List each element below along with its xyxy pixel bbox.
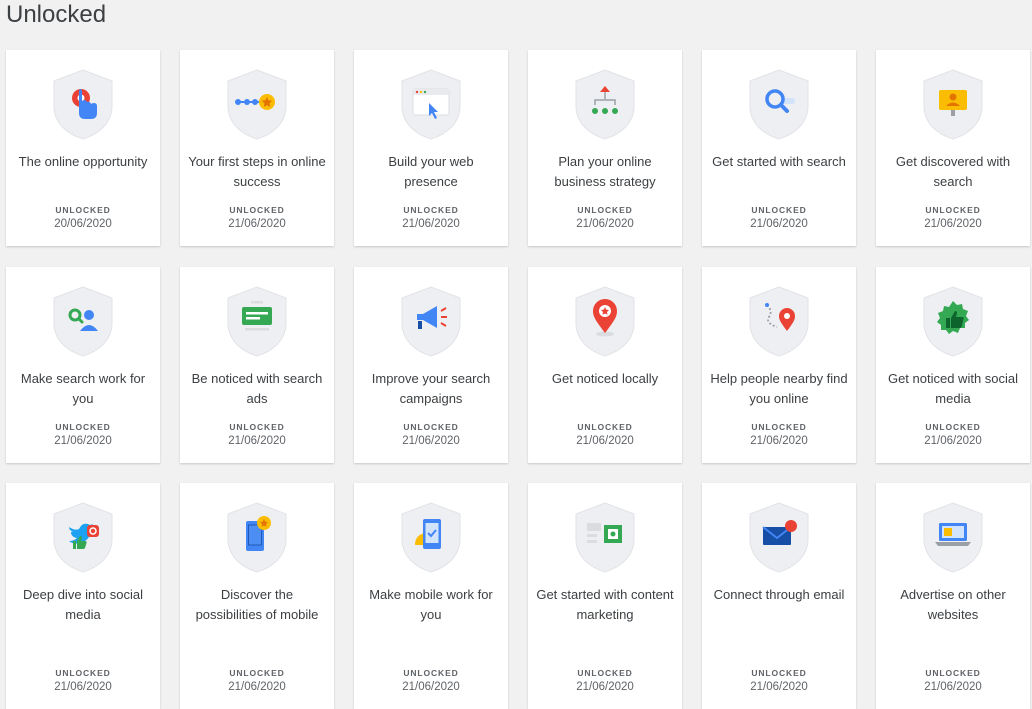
badge-title: Your first steps in online success — [188, 154, 326, 189]
badge-status: UNLOCKED — [577, 205, 633, 215]
badge-title: Make mobile work for you — [369, 587, 493, 622]
badge-card[interactable]: Connect through email UNLOCKED 21/06/2020 — [702, 483, 856, 709]
badge-title: Connect through email — [713, 587, 845, 602]
badge-status: UNLOCKED — [403, 205, 459, 215]
badge-title: Improve your search campaigns — [371, 371, 491, 406]
badge-date: 21/06/2020 — [576, 681, 634, 693]
ad-card-icon — [225, 285, 289, 357]
badge-date: 21/06/2020 — [402, 435, 460, 447]
badge-status: UNLOCKED — [577, 668, 633, 678]
badge-date: 21/06/2020 — [924, 435, 982, 447]
badge-card[interactable]: Get started with content marketing UNLOCK… — [528, 483, 682, 709]
badge-date: 21/06/2020 — [750, 435, 808, 447]
badge-card[interactable]: Discover the possibilities of mobile UNLO… — [180, 483, 334, 709]
magnifier-icon — [747, 68, 811, 140]
badge-status: UNLOCKED — [229, 668, 285, 678]
social-bird-icon — [51, 501, 115, 573]
badge-card[interactable]: Plan your online business strategy UNLOCK… — [528, 50, 682, 246]
badge-date: 21/06/2020 — [576, 435, 634, 447]
badge-status: UNLOCKED — [751, 422, 807, 432]
badge-date: 21/06/2020 — [402, 218, 460, 230]
badge-status: UNLOCKED — [403, 668, 459, 678]
badge-status: UNLOCKED — [751, 668, 807, 678]
badge-status: UNLOCKED — [55, 668, 111, 678]
laptop-ad-icon — [921, 501, 985, 573]
badge-card[interactable]: Make search work for you UNLOCKED 21/06/20… — [6, 267, 160, 463]
thumbs-up-seal-icon — [921, 285, 985, 357]
path-star-icon — [225, 68, 289, 140]
phone-star-icon — [225, 501, 289, 573]
badge-date: 21/06/2020 — [54, 435, 112, 447]
badge-status: UNLOCKED — [229, 422, 285, 432]
badge-card[interactable]: Make mobile work for you UNLOCKED 21/06/20… — [354, 483, 508, 709]
badge-status: UNLOCKED — [925, 422, 981, 432]
badge-date: 21/06/2020 — [54, 681, 112, 693]
badge-card[interactable]: Deep dive into social media UNLOCKED 21/06… — [6, 483, 160, 709]
badge-title: Advertise on other websites — [900, 587, 1006, 622]
megaphone-icon — [399, 285, 463, 357]
badge-grid: The online opportunity UNLOCKED 20/06/2020… — [0, 0, 1032, 709]
badge-status: UNLOCKED — [229, 205, 285, 215]
badge-card[interactable]: Advertise on other websites UNLOCKED 21/06… — [876, 483, 1030, 709]
badge-title: Make search work for you — [20, 371, 146, 406]
phone-check-icon — [399, 501, 463, 573]
badge-title: Get started with search — [712, 154, 846, 169]
badge-date: 21/06/2020 — [924, 681, 982, 693]
badge-title: The online opportunity — [18, 154, 148, 169]
badge-card[interactable]: Build your web presence UNLOCKED 21/06/202… — [354, 50, 508, 246]
badge-title: Deep dive into social media — [23, 587, 143, 622]
search-person-icon — [51, 285, 115, 357]
badge-status: UNLOCKED — [55, 422, 111, 432]
badge-status: UNLOCKED — [403, 422, 459, 432]
badge-card[interactable]: Get noticed with social media UNLOCKED 21/… — [876, 267, 1030, 463]
badge-title: Get noticed locally — [551, 371, 659, 386]
badge-title: Get started with content marketing — [536, 587, 674, 622]
badge-date: 20/06/2020 — [54, 218, 112, 230]
map-pin-star-icon — [573, 285, 637, 357]
badge-date: 21/06/2020 — [576, 218, 634, 230]
touch-target-icon — [51, 68, 115, 140]
badge-status: UNLOCKED — [55, 205, 111, 215]
badge-card[interactable]: Get discovered with search UNLOCKED 21/06/… — [876, 50, 1030, 246]
badge-card[interactable]: Your first steps in online success UNLOCK… — [180, 50, 334, 246]
badge-date: 21/06/2020 — [924, 218, 982, 230]
badge-title: Be noticed with search ads — [191, 371, 323, 406]
badge-card[interactable]: Be noticed with search ads UNLOCKED 21/06/… — [180, 267, 334, 463]
badge-title: Plan your online business strategy — [554, 154, 656, 189]
badge-status: UNLOCKED — [751, 205, 807, 215]
content-layout-icon — [573, 501, 637, 573]
badge-status: UNLOCKED — [577, 422, 633, 432]
badge-title: Help people nearby find you online — [710, 371, 848, 406]
org-chart-icon — [573, 68, 637, 140]
sign-person-icon — [921, 68, 985, 140]
badge-title: Discover the possibilities of mobile — [195, 587, 319, 622]
badge-date: 21/06/2020 — [750, 218, 808, 230]
badge-card[interactable]: Get noticed locally UNLOCKED 21/06/2020 — [528, 267, 682, 463]
badge-date: 21/06/2020 — [228, 435, 286, 447]
badge-date: 21/06/2020 — [402, 681, 460, 693]
route-pin-icon — [747, 285, 811, 357]
badge-title: Get discovered with search — [895, 154, 1011, 189]
badge-status: UNLOCKED — [925, 205, 981, 215]
badge-title: Get noticed with social media — [887, 371, 1019, 406]
envelope-icon — [747, 501, 811, 573]
browser-cursor-icon — [399, 68, 463, 140]
badge-card[interactable]: Get started with search UNLOCKED 21/06/202… — [702, 50, 856, 246]
badge-date: 21/06/2020 — [750, 681, 808, 693]
badge-date: 21/06/2020 — [228, 681, 286, 693]
badge-card[interactable]: The online opportunity UNLOCKED 20/06/2020 — [6, 50, 160, 246]
badge-date: 21/06/2020 — [228, 218, 286, 230]
badge-card[interactable]: Help people nearby find you online UNLOCK… — [702, 267, 856, 463]
badge-title: Build your web presence — [388, 154, 474, 189]
badge-card[interactable]: Improve your search campaigns UNLOCKED 21/… — [354, 267, 508, 463]
badge-status: UNLOCKED — [925, 668, 981, 678]
